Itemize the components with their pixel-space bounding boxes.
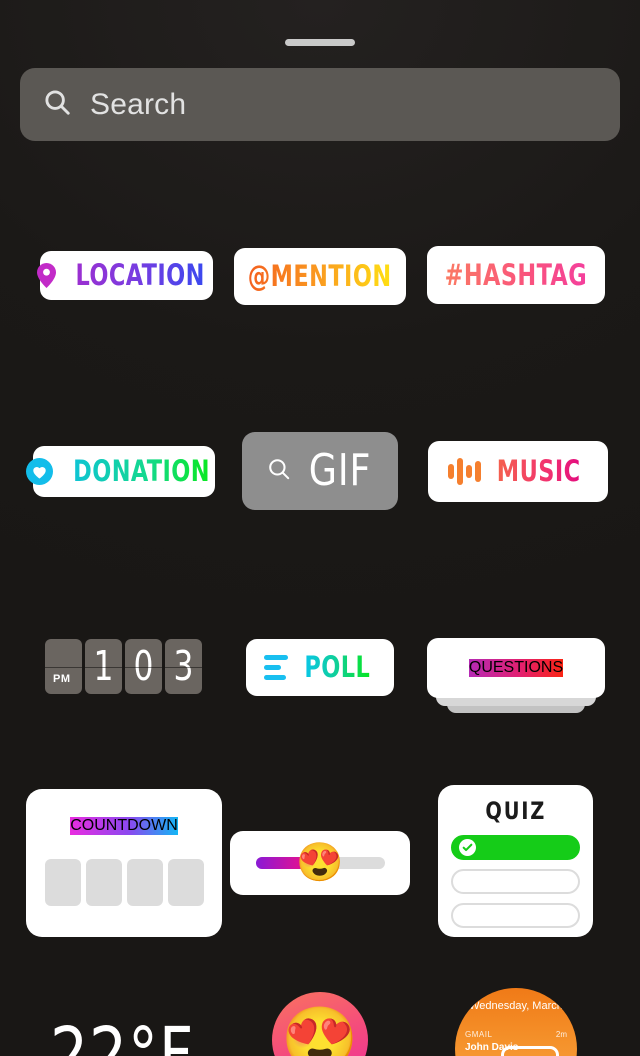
sticker-gif-label: GIF xyxy=(308,445,372,496)
sticker-gif[interactable]: GIF xyxy=(242,432,398,510)
time-digit-2: 0 xyxy=(133,642,154,690)
sticker-location[interactable]: LOCATION xyxy=(37,251,213,300)
sticker-mention-label: @MENTION xyxy=(248,259,392,293)
time-digit-tile: 1 xyxy=(85,639,122,694)
quiz-option-empty xyxy=(451,869,580,894)
notification-highlight-box xyxy=(501,1046,559,1056)
time-meridiem-label: PM xyxy=(53,673,71,685)
search-input-placeholder[interactable]: Search xyxy=(90,88,186,122)
sheet-drag-handle[interactable] xyxy=(285,39,355,46)
sticker-time[interactable]: PM 1 0 3 xyxy=(45,639,203,694)
notification-date: Wednesday, March xyxy=(469,1000,563,1012)
search-icon xyxy=(42,87,72,122)
notification-time: 2m xyxy=(555,1030,567,1039)
sticker-quiz-label: QUIZ xyxy=(485,797,546,825)
sticker-questions[interactable]: QUESTIONS xyxy=(427,638,605,713)
big-emoji-glyph: 😍 xyxy=(281,1005,359,1056)
time-meridiem-tile: PM xyxy=(45,639,82,694)
sticker-countdown-label: COUNTDOWN xyxy=(70,817,178,835)
questions-card-front: QUESTIONS xyxy=(427,638,605,698)
sticker-big-emoji[interactable]: 😍 xyxy=(272,992,368,1056)
emoji-slider-track[interactable]: 😍 xyxy=(255,844,385,882)
sticker-donation[interactable]: DONATION xyxy=(26,446,215,497)
sticker-hashtag-label: #HASHTAG xyxy=(444,257,588,292)
poll-bars-icon xyxy=(264,655,290,680)
time-digit-3: 3 xyxy=(173,642,194,690)
quiz-option-correct xyxy=(451,835,580,860)
sticker-poll-label: POLL xyxy=(304,650,371,684)
time-digit-tile: 3 xyxy=(165,639,202,694)
sticker-notification[interactable]: Wednesday, March GMAIL 2m John Davis You… xyxy=(455,988,577,1056)
sticker-emoji-slider[interactable]: 😍 xyxy=(230,831,410,895)
sticker-music-label: MUSIC xyxy=(497,454,581,488)
equalizer-icon xyxy=(448,458,482,486)
sticker-quiz[interactable]: QUIZ xyxy=(438,785,593,937)
search-bar[interactable]: Search xyxy=(20,68,620,141)
sticker-mention[interactable]: @MENTION xyxy=(234,248,406,305)
sticker-questions-label: QUESTIONS xyxy=(468,659,564,677)
sticker-poll[interactable]: POLL xyxy=(246,639,394,696)
emoji-slider-knob[interactable]: 😍 xyxy=(296,844,343,882)
sticker-temperature[interactable]: 22°F xyxy=(50,1018,194,1056)
quiz-option-empty xyxy=(451,903,580,928)
sticker-countdown[interactable]: COUNTDOWN xyxy=(26,789,222,937)
sticker-hashtag[interactable]: #HASHTAG xyxy=(427,246,605,304)
time-digit-tile: 0 xyxy=(125,639,162,694)
sticker-location-label: LOCATION xyxy=(75,258,206,292)
time-digit-1: 1 xyxy=(93,642,114,690)
notification-app: GMAIL xyxy=(465,1030,493,1039)
countdown-tiles xyxy=(44,859,204,906)
location-pin-icon xyxy=(37,263,57,288)
search-icon xyxy=(266,456,292,487)
sticker-music[interactable]: MUSIC xyxy=(428,441,608,502)
check-icon xyxy=(459,839,476,856)
heart-badge-icon xyxy=(26,458,54,485)
sticker-donation-label: DONATION xyxy=(73,454,211,488)
